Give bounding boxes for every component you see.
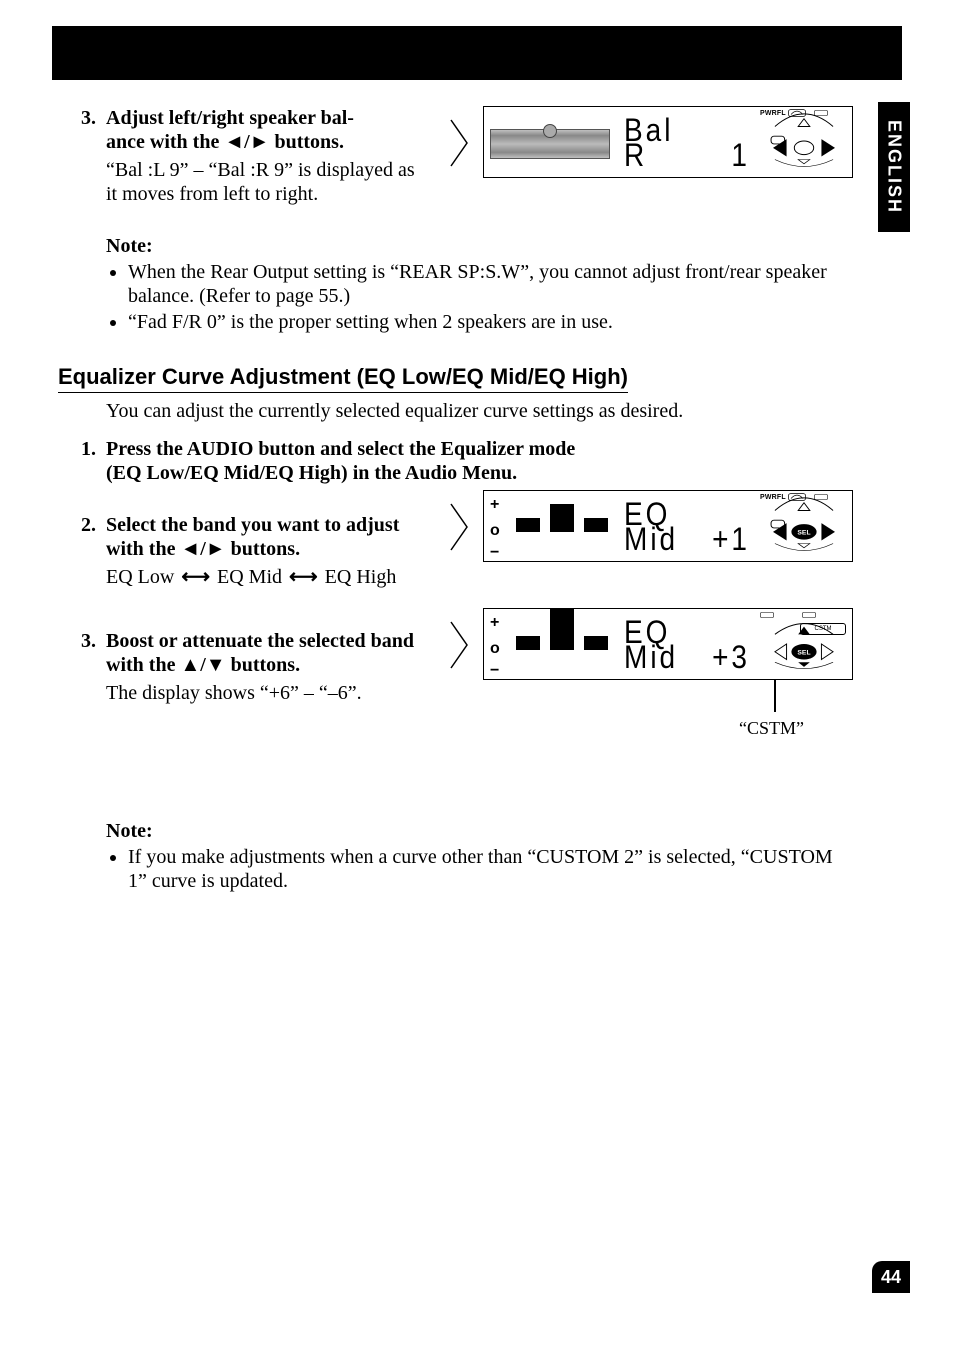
lcd-controls-area: CSTM SEL [756, 609, 852, 679]
step-3a-arrows: ◄/► [224, 131, 269, 153]
note-2: Note: If you make adjustments when a cur… [106, 819, 854, 893]
lcd-text-bottom-b: +3 [712, 638, 750, 677]
lcd-text-area: EQ Mid +1 [614, 491, 756, 561]
step-number: 3. [58, 629, 106, 653]
lcd-text-bottom: R 1 [624, 136, 750, 175]
note-1-label: Note: [106, 235, 153, 257]
sel-label: SEL [797, 530, 810, 537]
step-2b-body-c: EQ High [325, 566, 397, 588]
dpad-icon [760, 111, 848, 173]
lcd-left-graphic: + o − [484, 491, 614, 561]
tape-graphic [490, 129, 610, 159]
eq-bars [512, 617, 610, 671]
lcd-text-area: EQ Mid +3 [614, 609, 756, 679]
step-2b-body-a: EQ Low [106, 566, 174, 588]
lcd-text-area: Bal R 1 [614, 107, 756, 177]
lcd-text-bottom-a: R [624, 136, 647, 175]
step-3a-title-a: Adjust left/right speaker bal- [106, 107, 354, 129]
step-number: 1. [58, 437, 106, 461]
pointer-icon [449, 118, 469, 168]
step-3a-title-b: ance with the [106, 131, 224, 153]
step-1b-line2: (EQ Low/EQ Mid/EQ High) in the Audio Men… [106, 462, 517, 484]
lcd-text-bottom-a: Mid [624, 638, 678, 677]
note-1: Note: When the Rear Output setting is “R… [106, 234, 854, 334]
tape-circle-icon [543, 124, 557, 138]
step-3b-text: Boost or attenuate the selected band wit… [106, 629, 426, 705]
header-black-bar [52, 26, 902, 80]
step-3b-arrows: ▲/▼ [180, 654, 225, 676]
pointer-icon [449, 620, 469, 670]
note-1-item-1: “Fad F/R 0” is the proper setting when 2… [128, 310, 854, 334]
lcd-panel: + o − EQ Mid +1 [483, 490, 853, 562]
note-2-label: Note: [106, 820, 153, 842]
eq-bars [512, 499, 610, 553]
step-2b-text: Select the band you want to adjust with … [106, 513, 426, 589]
lcd-text-bottom-b: 1 [731, 136, 750, 175]
minus-icon: − [490, 545, 499, 561]
step-1b-line1: Press the AUDIO button and select the Eq… [106, 438, 575, 460]
language-tab: ENGLISH [878, 102, 910, 232]
step-2b-arrows: ◄/► [180, 538, 225, 560]
svg-text:SEL: SEL [797, 650, 810, 657]
minus-icon: − [490, 663, 499, 679]
double-arrow-icon: ⟷ [181, 566, 210, 588]
step-1b-text: Press the AUDIO button and select the Eq… [106, 437, 854, 485]
step-3b-body: The display shows “+6” – “–6”. [106, 681, 426, 705]
step-2b-body-b: EQ Mid [217, 566, 282, 588]
dpad-icon: SEL [760, 613, 848, 675]
section-intro: You can adjust the currently selected eq… [106, 399, 854, 423]
step-2b-body: EQ Low ⟷ EQ Mid ⟷ EQ High [106, 565, 426, 589]
content-area: 3. Adjust left/right speaker bal- ance w… [58, 106, 854, 909]
pointer-icon [449, 502, 469, 552]
lcd-panel: + o − EQ Mid +3 [483, 608, 853, 680]
dpad-icon: SEL [760, 495, 848, 557]
lcd-text-bottom-a: Mid [624, 520, 678, 559]
lcd-controls-area: PWRFL [756, 491, 852, 561]
step-3a-title-c: buttons. [269, 131, 343, 153]
step-number: 3. [58, 106, 106, 130]
zero-marker: o [490, 521, 500, 540]
lcd-text-bottom: Mid +1 [624, 520, 750, 559]
lcd-left-graphic: + o − [484, 609, 614, 679]
lcd-controls-area: PWRFL [756, 107, 852, 177]
lcd-text-bottom: Mid +3 [624, 638, 750, 677]
cstm-caption: “CSTM” [739, 718, 804, 740]
lcd-text-bottom-b: +1 [712, 520, 750, 559]
cstm-pointer-line [774, 680, 776, 712]
note-2-item-0: If you make adjustments when a curve oth… [128, 845, 854, 893]
zero-marker: o [490, 639, 500, 658]
double-arrow-icon: ⟷ [289, 566, 318, 588]
step-2b-title-b: buttons. [226, 538, 300, 560]
step-1b: 1. Press the AUDIO button and select the… [58, 437, 854, 485]
plus-icon: + [490, 615, 499, 631]
plus-icon: + [490, 497, 499, 513]
step-3a-text: Adjust left/right speaker bal- ance with… [106, 106, 426, 206]
page-number-badge: 44 [872, 1261, 910, 1293]
step-number: 2. [58, 513, 106, 537]
section-heading: Equalizer Curve Adjustment (EQ Low/EQ Mi… [58, 364, 628, 393]
step-3b-title-b: buttons. [226, 654, 300, 676]
note-1-item-0: When the Rear Output setting is “REAR SP… [128, 260, 854, 308]
step-3a-body: “Bal :L 9” – “Bal :R 9” is displayed as … [106, 158, 426, 206]
lcd-left-graphic [484, 107, 614, 177]
page: ENGLISH 44 3. Adjust left/right speaker … [0, 0, 954, 1355]
lcd-panel: Bal R 1 PWRFL [483, 106, 853, 178]
